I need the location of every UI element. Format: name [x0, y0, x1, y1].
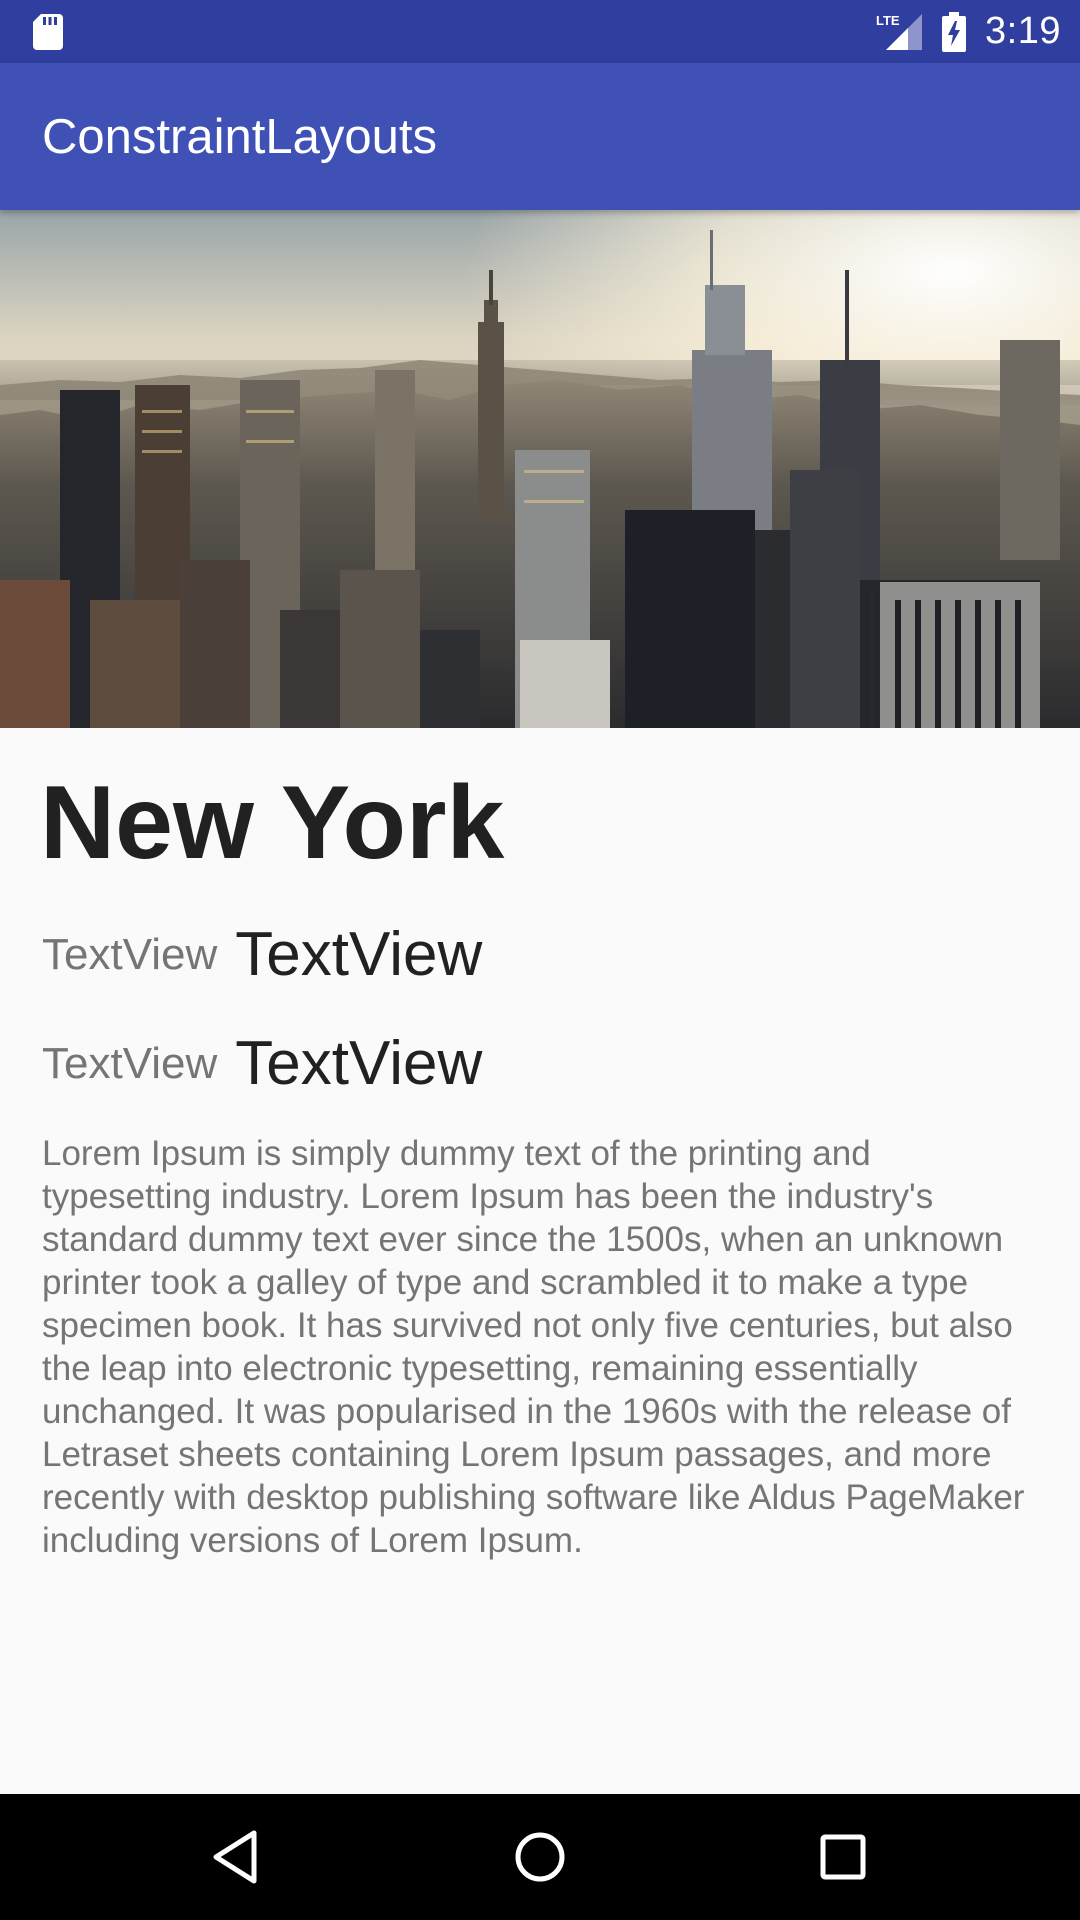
back-icon[interactable]: [206, 1827, 266, 1887]
app-bar: ConstraintLayouts: [0, 63, 1080, 210]
city-skyline-photo: [0, 210, 1080, 728]
textview-value: TextView: [235, 920, 483, 989]
recents-icon[interactable]: [813, 1827, 873, 1887]
hero-image: [0, 210, 1080, 728]
home-icon[interactable]: [510, 1827, 570, 1887]
status-clock: 3:19: [985, 10, 1061, 52]
lte-signal-icon: LTE: [876, 13, 922, 50]
app-title: ConstraintLayouts: [42, 110, 437, 164]
status-bar: LTE 3:19: [0, 0, 1080, 63]
sd-card-icon: [33, 14, 63, 50]
description-text: Lorem Ipsum is simply dummy text of the …: [42, 1134, 1025, 1560]
textview-row: TextView TextView: [42, 1029, 482, 1099]
screen: LTE 3:19 ConstraintLayouts New York Text…: [0, 0, 1080, 1920]
textview-row: TextView TextView: [42, 920, 482, 990]
textview-label: TextView: [42, 1039, 218, 1088]
lte-label: LTE: [876, 13, 900, 28]
battery-charging-icon: [942, 12, 966, 52]
navigation-bar: [0, 1794, 1080, 1920]
textview-value: TextView: [235, 1029, 483, 1098]
city-title: New York: [40, 765, 505, 881]
textview-label: TextView: [42, 930, 218, 979]
